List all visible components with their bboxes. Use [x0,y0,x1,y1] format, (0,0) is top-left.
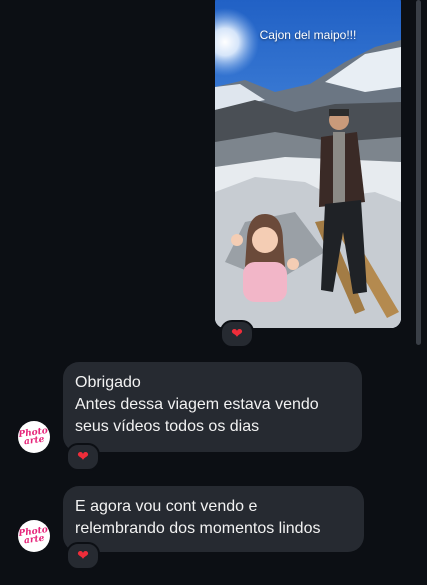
message-bubble[interactable]: Obrigado Antes dessa viagem estava vendo… [63,362,362,452]
story-reaction[interactable]: ❤ [220,320,254,348]
heart-icon: ❤ [77,548,89,564]
message-line: seus vídeos todos os dias [75,418,260,435]
shared-story-image[interactable]: Cajon del maipo!!! [215,0,401,328]
message-reaction[interactable]: ❤ [66,443,100,471]
photoarte-logo: Photo arte [18,426,49,448]
message-line: Antes dessa viagem estava vendo [75,396,319,413]
avatar[interactable]: Photo arte [18,421,50,453]
chat-thread: Cajon del maipo!!! ❤ Photo arte Obrigado… [0,0,427,585]
scrollbar[interactable] [416,0,421,345]
heart-icon: ❤ [231,326,243,342]
photoarte-logo: Photo arte [18,525,49,547]
avatar[interactable]: Photo arte [18,520,50,552]
message-line: Obrigado [75,374,141,391]
message-reaction[interactable]: ❤ [66,542,100,570]
message-bubble[interactable]: E agora vou cont vendo e relembrando dos… [63,486,364,552]
message-line: E agora vou cont vendo e [75,498,258,515]
heart-icon: ❤ [77,449,89,465]
story-caption: Cajon del maipo!!! [259,28,357,42]
message-line: relembrando dos momentos lindos [75,520,321,537]
story-photo [215,0,401,328]
